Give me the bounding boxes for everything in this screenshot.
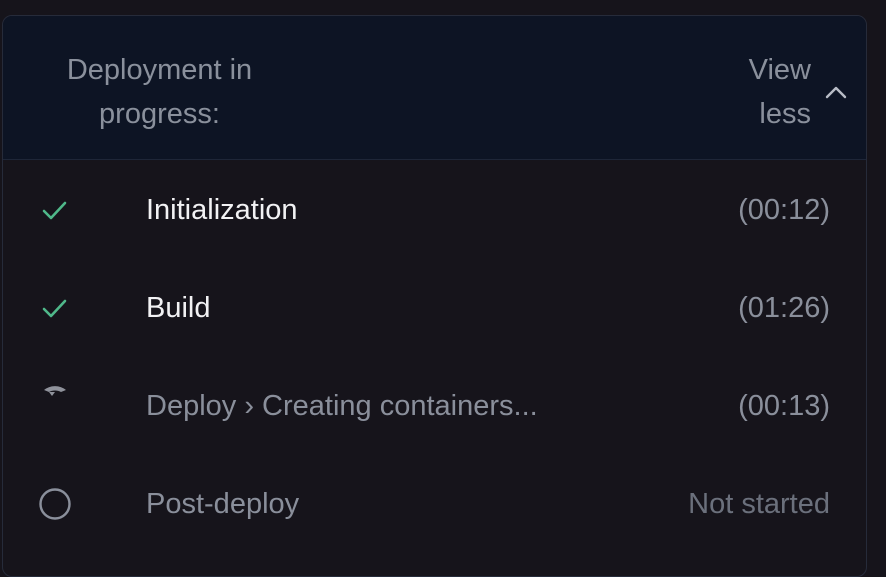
step-duration: (00:13) <box>738 390 830 422</box>
step-label: Post-deploy <box>146 488 300 520</box>
step-row-deploy: Deploy › Creating containers... (00:13) <box>3 356 866 454</box>
panel-header: Deployment in progress: View less <box>3 16 866 160</box>
step-row-build: Build (01:26) <box>3 258 866 356</box>
view-less-toggle[interactable]: View less <box>666 48 866 138</box>
chevron-up-icon <box>825 86 847 99</box>
step-duration: (00:12) <box>738 194 830 226</box>
step-label: Deploy › Creating containers... <box>146 390 538 422</box>
step-label: Build <box>146 292 211 324</box>
check-icon <box>42 201 67 220</box>
deployment-title: Deployment in progress: <box>66 54 253 130</box>
circle-icon <box>39 488 71 520</box>
step-list: Initialization (00:12) Build (01:26) Dep… <box>3 160 866 552</box>
view-less-label: View less <box>666 48 811 136</box>
step-duration: (01:26) <box>738 292 830 324</box>
step-row-post-deploy: Post-deploy Not started <box>3 454 866 552</box>
deployment-status-panel: Deployment in progress: View less Initia… <box>2 15 867 577</box>
step-row-initialization: Initialization (00:12) <box>3 160 866 258</box>
spinner-icon <box>44 386 66 396</box>
step-label: Initialization <box>146 194 298 226</box>
step-status: Not started <box>688 488 830 520</box>
view-less-line-1: View <box>748 54 811 86</box>
view-less-line-2: less <box>759 98 811 130</box>
check-icon <box>42 299 67 318</box>
